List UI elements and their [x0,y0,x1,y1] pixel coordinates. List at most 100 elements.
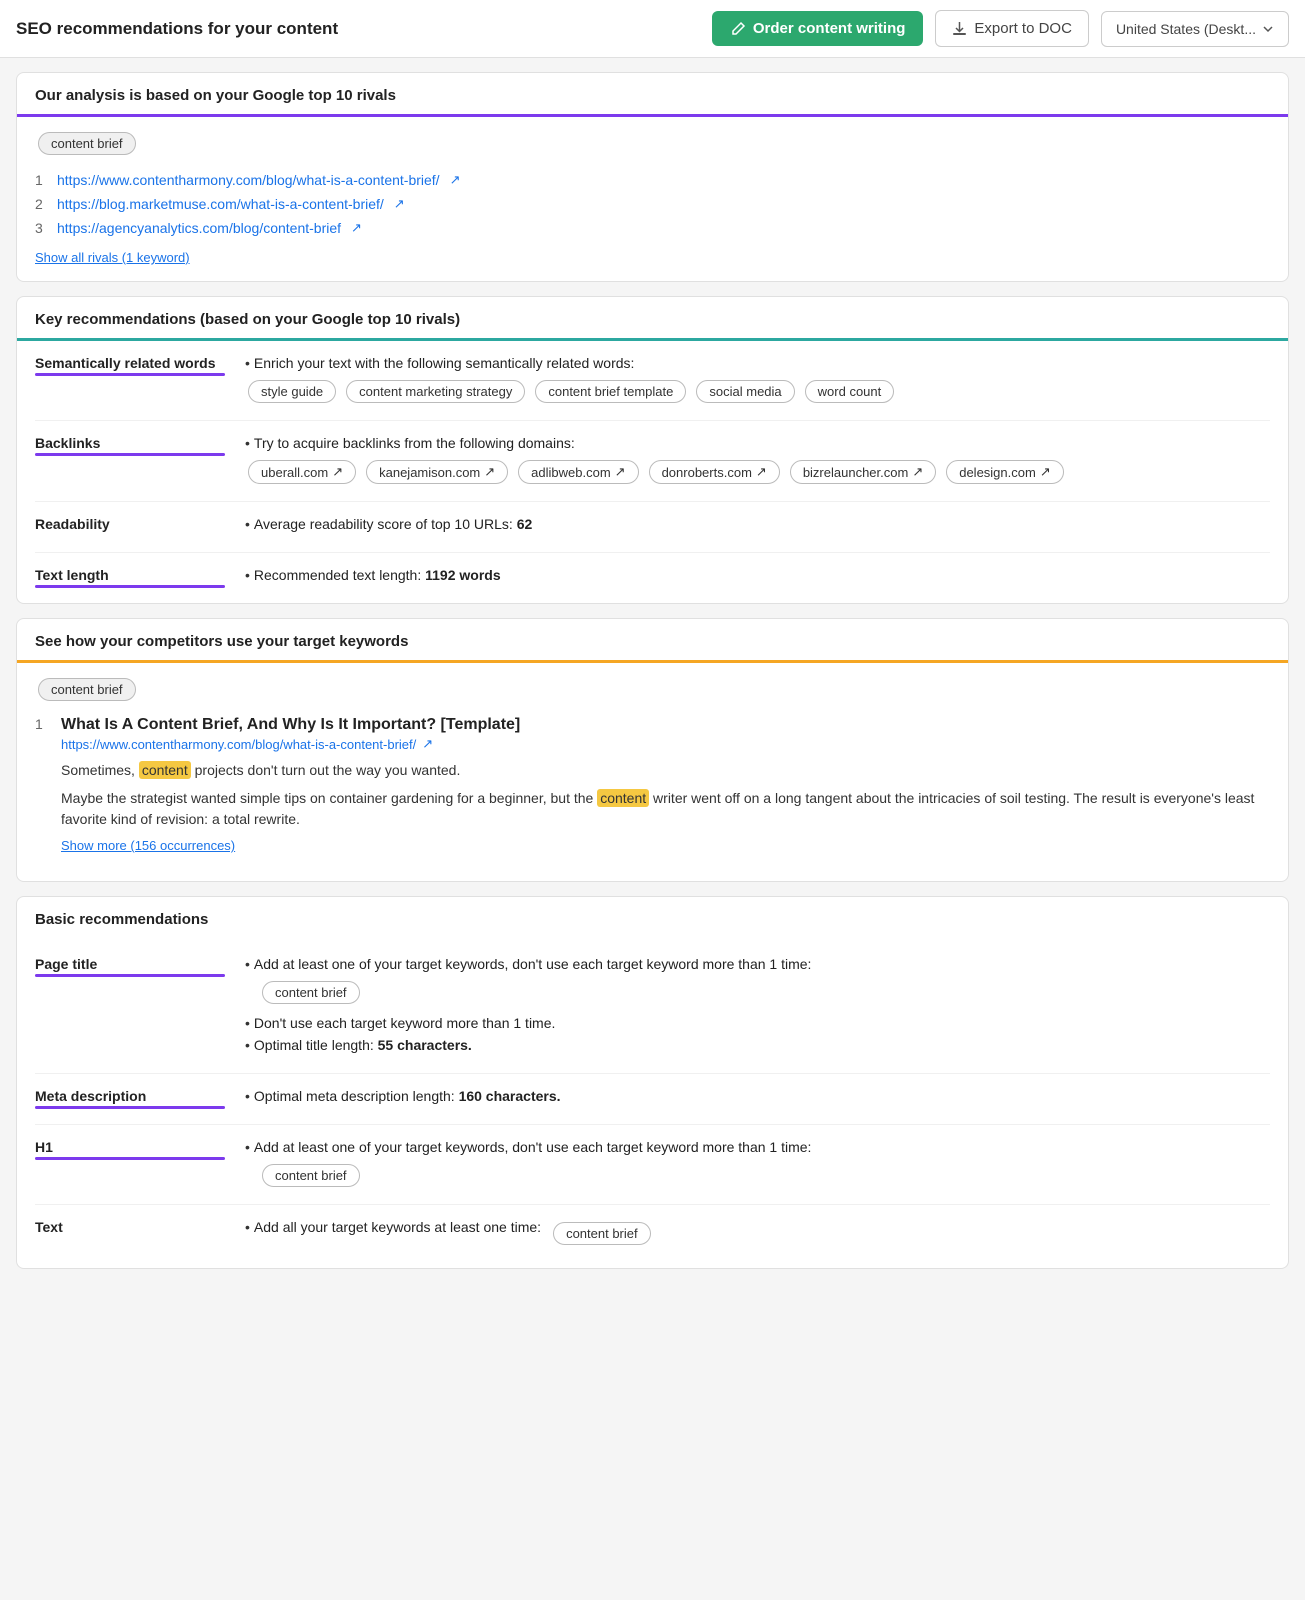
text-bullet: • Add all your target keywords at least … [245,1219,1260,1248]
competitors-keyword-tag: content brief [38,678,136,701]
domain-donroberts[interactable]: donroberts.com ↗ [649,460,780,484]
show-more-link[interactable]: Show more (156 occurrences) [61,838,235,853]
meta-description-label: Meta description [35,1088,146,1104]
main-content: Our analysis is based on your Google top… [0,58,1305,1283]
semantically-label-cell: Semantically related words [35,341,235,421]
order-content-writing-button[interactable]: Order content writing [712,11,924,46]
domain-tags: uberall.com ↗ kanejamison.com ↗ adlibweb… [245,457,1260,487]
external-link-icon: ↗ [422,736,433,752]
analysis-card: Our analysis is based on your Google top… [16,72,1289,282]
backlinks-bullet: • Try to acquire backlinks from the foll… [245,435,1260,451]
readability-bullet: • Average readability score of top 10 UR… [245,516,1260,532]
semantically-label-wrapper: Semantically related words [35,355,225,376]
domain-adlibweb[interactable]: adlibweb.com ↗ [518,460,638,484]
rival-item: 3 https://agencyanalytics.com/blog/conte… [35,216,1270,240]
analysis-body: content brief 1 https://www.contentharmo… [17,117,1288,281]
competitor-item-1: 1 What Is A Content Brief, And Why Is It… [35,704,1270,865]
domain-uberall[interactable]: uberall.com ↗ [248,460,356,484]
highlight-content-1: content [139,761,191,779]
page-title-bullet-3: • Optimal title length: 55 characters. [245,1037,1260,1053]
external-link-icon: ↗ [615,464,626,480]
competitors-card: See how your competitors use your target… [16,618,1289,882]
page-title-content-cell: • Add at least one of your target keywor… [235,942,1270,1074]
competitor-text-2: Maybe the strategist wanted simple tips … [61,788,1270,831]
backlinks-underline [35,453,225,456]
basic-rec-table: Page title • Add at least one of your ta… [35,942,1270,1268]
competitors-header: See how your competitors use your target… [17,619,1288,663]
basic-rec-body: Page title • Add at least one of your ta… [17,942,1288,1268]
rival-link-1[interactable]: https://www.contentharmony.com/blog/what… [57,172,440,188]
rival-item: 1 https://www.contentharmony.com/blog/wh… [35,168,1270,192]
domain-kanejamison[interactable]: kanejamison.com ↗ [366,460,508,484]
backlinks-label-wrapper: Backlinks [35,435,225,456]
text-length-underline [35,585,225,588]
tag-style-guide: style guide [248,380,336,403]
external-link-icon: ↗ [912,464,923,480]
h1-label: H1 [35,1139,53,1155]
key-rec-table: Semantically related words • Enrich your… [35,341,1270,603]
export-icon [952,21,967,36]
show-all-rivals-link[interactable]: Show all rivals (1 keyword) [35,250,190,265]
text-length-label-cell: Text length [35,553,235,604]
competitor-text-1: Sometimes, content projects don't turn o… [61,760,1270,782]
semantically-related-row: Semantically related words • Enrich your… [35,341,1270,421]
text-length-label-wrapper: Text length [35,567,225,588]
chevron-down-icon [1262,23,1274,35]
key-recommendations-card: Key recommendations (based on your Googl… [16,296,1289,604]
keyword-tag: content brief [38,132,136,155]
tag-content-marketing-strategy: content marketing strategy [346,380,525,403]
domain-delesign[interactable]: delesign.com ↗ [946,460,1064,484]
tag-content-brief-template: content brief template [535,380,686,403]
backlinks-row: Backlinks • Try to acquire backlinks fro… [35,421,1270,502]
page-title-underline [35,974,225,977]
h1-tag: content brief [262,1164,360,1187]
readability-label: Readability [35,516,110,532]
meta-desc-label-cell: Meta description [35,1074,235,1125]
h1-underline [35,1157,225,1160]
rival-list: 1 https://www.contentharmony.com/blog/wh… [35,168,1270,240]
tag-word-count: word count [805,380,895,403]
key-rec-header: Key recommendations (based on your Googl… [17,297,1288,341]
text-content-cell: • Add all your target keywords at least … [235,1205,1270,1269]
external-link-icon: ↗ [351,220,362,236]
readability-row: Readability • Average readability score … [35,502,1270,553]
h1-content-cell: • Add at least one of your target keywor… [235,1125,1270,1205]
basic-rec-header: Basic recommendations [17,897,1288,942]
label-underline [35,373,225,376]
rival-link-3[interactable]: https://agencyanalytics.com/blog/content… [57,220,341,236]
backlinks-label: Backlinks [35,435,100,451]
text-row: Text • Add all your target keywords at l… [35,1205,1270,1269]
location-selector[interactable]: United States (Deskt... [1101,11,1289,47]
pencil-icon [730,21,746,37]
readability-content-cell: • Average readability score of top 10 UR… [235,502,1270,553]
text-keyword-tag: content brief [553,1222,651,1245]
key-rec-body: Semantically related words • Enrich your… [17,341,1288,603]
text-length-label: Text length [35,567,109,583]
backlinks-label-cell: Backlinks [35,421,235,502]
readability-label-cell: Readability [35,502,235,553]
top-bar: SEO recommendations for your content Ord… [0,0,1305,58]
text-label: Text [35,1219,63,1235]
text-length-content-cell: • Recommended text length: 1192 words [235,553,1270,604]
page-title: SEO recommendations for your content [16,19,700,39]
meta-desc-underline [35,1106,225,1109]
competitor-url: https://www.contentharmony.com/blog/what… [61,736,1270,752]
domain-bizrelauncher[interactable]: bizrelauncher.com ↗ [790,460,936,484]
h1-row: H1 • Add at least one of your target key… [35,1125,1270,1205]
semantically-related-label: Semantically related words [35,355,216,371]
external-link-icon: ↗ [450,172,461,188]
page-title-row: Page title • Add at least one of your ta… [35,942,1270,1074]
rival-link-2[interactable]: https://blog.marketmuse.com/what-is-a-co… [57,196,384,212]
page-title-bullet-2: • Don't use each target keyword more tha… [245,1015,1260,1031]
external-link-icon: ↗ [756,464,767,480]
page-title-label-cell: Page title [35,942,235,1074]
page-title-label: Page title [35,956,97,972]
semantically-content-cell: • Enrich your text with the following se… [235,341,1270,421]
h1-bullet: • Add at least one of your target keywor… [245,1139,1260,1155]
competitor-url-link[interactable]: https://www.contentharmony.com/blog/what… [61,737,416,752]
text-length-row: Text length • Recommended text length: 1… [35,553,1270,604]
export-to-doc-button[interactable]: Export to DOC [935,10,1089,47]
semantically-tags: style guide content marketing strategy c… [245,377,1260,406]
competitors-body: content brief 1 What Is A Content Brief,… [17,663,1288,881]
external-link-icon: ↗ [394,196,405,212]
